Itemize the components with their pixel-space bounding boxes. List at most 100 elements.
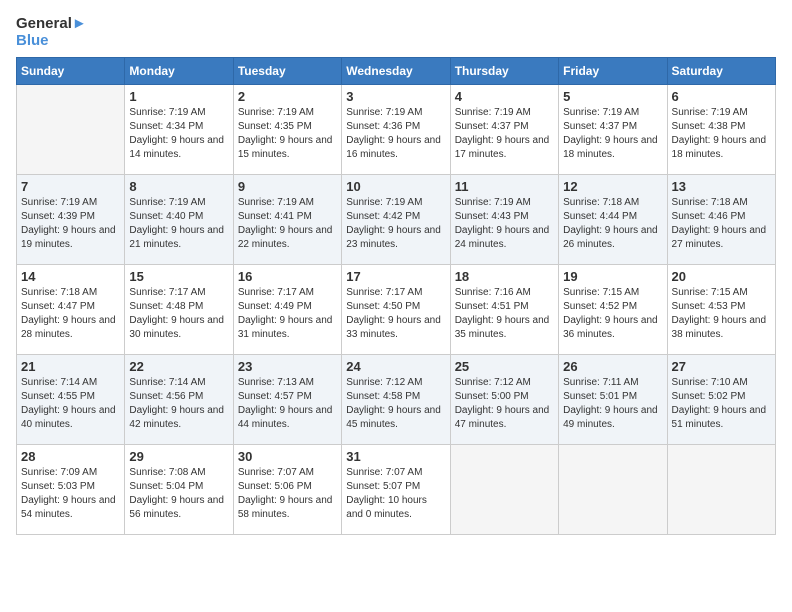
day-number: 28 <box>21 449 120 464</box>
day-number: 3 <box>346 89 445 104</box>
day-number: 11 <box>455 179 554 194</box>
day-info: Sunrise: 7:18 AM Sunset: 4:46 PM Dayligh… <box>672 196 771 252</box>
calendar-cell: 16 Sunrise: 7:17 AM Sunset: 4:49 PM Dayli… <box>233 265 341 355</box>
calendar-cell: 28 Sunrise: 7:09 AM Sunset: 5:03 PM Dayli… <box>17 445 125 535</box>
calendar-cell: 13Sunrise: 7:18 AM Sunset: 4:46 PM Dayli… <box>667 175 775 265</box>
day-number: 1 <box>129 89 228 104</box>
calendar-cell: 19 Sunrise: 7:15 AM Sunset: 4:52 PM Dayli… <box>559 265 667 355</box>
day-number: 16 <box>238 269 337 284</box>
day-info: Sunrise: 7:17 AM Sunset: 4:48 PM Dayligh… <box>129 286 228 342</box>
col-header-friday: Friday <box>559 58 667 85</box>
day-number: 23 <box>238 359 337 374</box>
day-info: Sunrise: 7:17 AM Sunset: 4:49 PM Dayligh… <box>238 286 337 342</box>
day-info: Sunrise: 7:19 AM Sunset: 4:39 PM Dayligh… <box>21 196 120 252</box>
calendar-cell: 8 Sunrise: 7:19 AM Sunset: 4:40 PM Daylig… <box>125 175 233 265</box>
day-info: Sunrise: 7:19 AM Sunset: 4:41 PM Dayligh… <box>238 196 337 252</box>
calendar-cell <box>450 445 558 535</box>
day-number: 10 <box>346 179 445 194</box>
calendar-cell: 26 Sunrise: 7:11 AM Sunset: 5:01 PM Dayli… <box>559 355 667 445</box>
day-number: 9 <box>238 179 337 194</box>
calendar-cell: 6Sunrise: 7:19 AM Sunset: 4:38 PM Daylig… <box>667 85 775 175</box>
day-info: Sunrise: 7:17 AM Sunset: 4:50 PM Dayligh… <box>346 286 445 342</box>
calendar-cell <box>667 445 775 535</box>
day-info: Sunrise: 7:13 AM Sunset: 4:57 PM Dayligh… <box>238 376 337 432</box>
day-info: Sunrise: 7:19 AM Sunset: 4:36 PM Dayligh… <box>346 106 445 162</box>
day-number: 22 <box>129 359 228 374</box>
day-info: Sunrise: 7:07 AM Sunset: 5:07 PM Dayligh… <box>346 466 445 522</box>
day-number: 8 <box>129 179 228 194</box>
day-info: Sunrise: 7:18 AM Sunset: 4:47 PM Dayligh… <box>21 286 120 342</box>
day-info: Sunrise: 7:15 AM Sunset: 4:52 PM Dayligh… <box>563 286 662 342</box>
col-header-saturday: Saturday <box>667 58 775 85</box>
calendar-cell: 21 Sunrise: 7:14 AM Sunset: 4:55 PM Dayli… <box>17 355 125 445</box>
day-number: 24 <box>346 359 445 374</box>
day-number: 17 <box>346 269 445 284</box>
calendar-cell: 29 Sunrise: 7:08 AM Sunset: 5:04 PM Dayli… <box>125 445 233 535</box>
calendar-week-0: 1 Sunrise: 7:19 AM Sunset: 4:34 PM Daylig… <box>17 85 776 175</box>
calendar-cell: 14 Sunrise: 7:18 AM Sunset: 4:47 PM Dayli… <box>17 265 125 355</box>
calendar-week-2: 14 Sunrise: 7:18 AM Sunset: 4:47 PM Dayli… <box>17 265 776 355</box>
calendar-cell: 25Sunrise: 7:12 AM Sunset: 5:00 PM Dayli… <box>450 355 558 445</box>
day-number: 30 <box>238 449 337 464</box>
calendar-header-row: SundayMondayTuesdayWednesdayThursdayFrid… <box>17 58 776 85</box>
calendar-cell: 4 Sunrise: 7:19 AM Sunset: 4:37 PM Daylig… <box>450 85 558 175</box>
calendar-week-1: 7 Sunrise: 7:19 AM Sunset: 4:39 PM Daylig… <box>17 175 776 265</box>
day-info: Sunrise: 7:19 AM Sunset: 4:43 PM Dayligh… <box>455 196 554 252</box>
calendar-cell: 3 Sunrise: 7:19 AM Sunset: 4:36 PM Daylig… <box>342 85 450 175</box>
calendar-cell: 22 Sunrise: 7:14 AM Sunset: 4:56 PM Dayli… <box>125 355 233 445</box>
day-info: Sunrise: 7:11 AM Sunset: 5:01 PM Dayligh… <box>563 376 662 432</box>
day-number: 21 <box>21 359 120 374</box>
day-info: Sunrise: 7:08 AM Sunset: 5:04 PM Dayligh… <box>129 466 228 522</box>
day-info: Sunrise: 7:19 AM Sunset: 4:37 PM Dayligh… <box>563 106 662 162</box>
day-number: 27 <box>672 359 771 374</box>
calendar-cell: 27Sunrise: 7:10 AM Sunset: 5:02 PM Dayli… <box>667 355 775 445</box>
day-info: Sunrise: 7:15 AM Sunset: 4:53 PM Dayligh… <box>672 286 771 342</box>
day-number: 6 <box>672 89 771 104</box>
day-info: Sunrise: 7:14 AM Sunset: 4:56 PM Dayligh… <box>129 376 228 432</box>
calendar-week-3: 21 Sunrise: 7:14 AM Sunset: 4:55 PM Dayli… <box>17 355 776 445</box>
calendar-cell: 2Sunrise: 7:19 AM Sunset: 4:35 PM Daylig… <box>233 85 341 175</box>
day-number: 31 <box>346 449 445 464</box>
calendar-cell <box>559 445 667 535</box>
calendar-cell: 24 Sunrise: 7:12 AM Sunset: 4:58 PM Dayli… <box>342 355 450 445</box>
calendar-week-4: 28 Sunrise: 7:09 AM Sunset: 5:03 PM Dayli… <box>17 445 776 535</box>
calendar-cell: 11 Sunrise: 7:19 AM Sunset: 4:43 PM Dayli… <box>450 175 558 265</box>
day-number: 14 <box>21 269 120 284</box>
calendar-cell: 31 Sunrise: 7:07 AM Sunset: 5:07 PM Dayli… <box>342 445 450 535</box>
day-info: Sunrise: 7:19 AM Sunset: 4:37 PM Dayligh… <box>455 106 554 162</box>
calendar-cell <box>17 85 125 175</box>
day-info: Sunrise: 7:12 AM Sunset: 5:00 PM Dayligh… <box>455 376 554 432</box>
day-info: Sunrise: 7:09 AM Sunset: 5:03 PM Dayligh… <box>21 466 120 522</box>
calendar-cell: 12 Sunrise: 7:18 AM Sunset: 4:44 PM Dayli… <box>559 175 667 265</box>
day-number: 19 <box>563 269 662 284</box>
day-info: Sunrise: 7:19 AM Sunset: 4:40 PM Dayligh… <box>129 196 228 252</box>
day-info: Sunrise: 7:19 AM Sunset: 4:42 PM Dayligh… <box>346 196 445 252</box>
day-info: Sunrise: 7:14 AM Sunset: 4:55 PM Dayligh… <box>21 376 120 432</box>
col-header-sunday: Sunday <box>17 58 125 85</box>
day-number: 4 <box>455 89 554 104</box>
page-header: General► Blue <box>16 16 776 49</box>
calendar-cell: 9 Sunrise: 7:19 AM Sunset: 4:41 PM Daylig… <box>233 175 341 265</box>
calendar-cell: 30 Sunrise: 7:07 AM Sunset: 5:06 PM Dayli… <box>233 445 341 535</box>
day-number: 5 <box>563 89 662 104</box>
day-number: 26 <box>563 359 662 374</box>
logo: General► Blue <box>16 16 87 49</box>
col-header-monday: Monday <box>125 58 233 85</box>
day-info: Sunrise: 7:19 AM Sunset: 4:34 PM Dayligh… <box>129 106 228 162</box>
day-info: Sunrise: 7:18 AM Sunset: 4:44 PM Dayligh… <box>563 196 662 252</box>
day-info: Sunrise: 7:12 AM Sunset: 4:58 PM Dayligh… <box>346 376 445 432</box>
day-info: Sunrise: 7:07 AM Sunset: 5:06 PM Dayligh… <box>238 466 337 522</box>
day-number: 29 <box>129 449 228 464</box>
day-number: 7 <box>21 179 120 194</box>
day-info: Sunrise: 7:19 AM Sunset: 4:35 PM Dayligh… <box>238 106 337 162</box>
calendar-cell: 15 Sunrise: 7:17 AM Sunset: 4:48 PM Dayli… <box>125 265 233 355</box>
day-number: 12 <box>563 179 662 194</box>
day-number: 18 <box>455 269 554 284</box>
calendar-cell: 18 Sunrise: 7:16 AM Sunset: 4:51 PM Dayli… <box>450 265 558 355</box>
day-info: Sunrise: 7:16 AM Sunset: 4:51 PM Dayligh… <box>455 286 554 342</box>
logo-text: General► Blue <box>16 16 87 49</box>
col-header-thursday: Thursday <box>450 58 558 85</box>
day-number: 15 <box>129 269 228 284</box>
calendar-cell: 10 Sunrise: 7:19 AM Sunset: 4:42 PM Dayli… <box>342 175 450 265</box>
calendar-cell: 5 Sunrise: 7:19 AM Sunset: 4:37 PM Daylig… <box>559 85 667 175</box>
